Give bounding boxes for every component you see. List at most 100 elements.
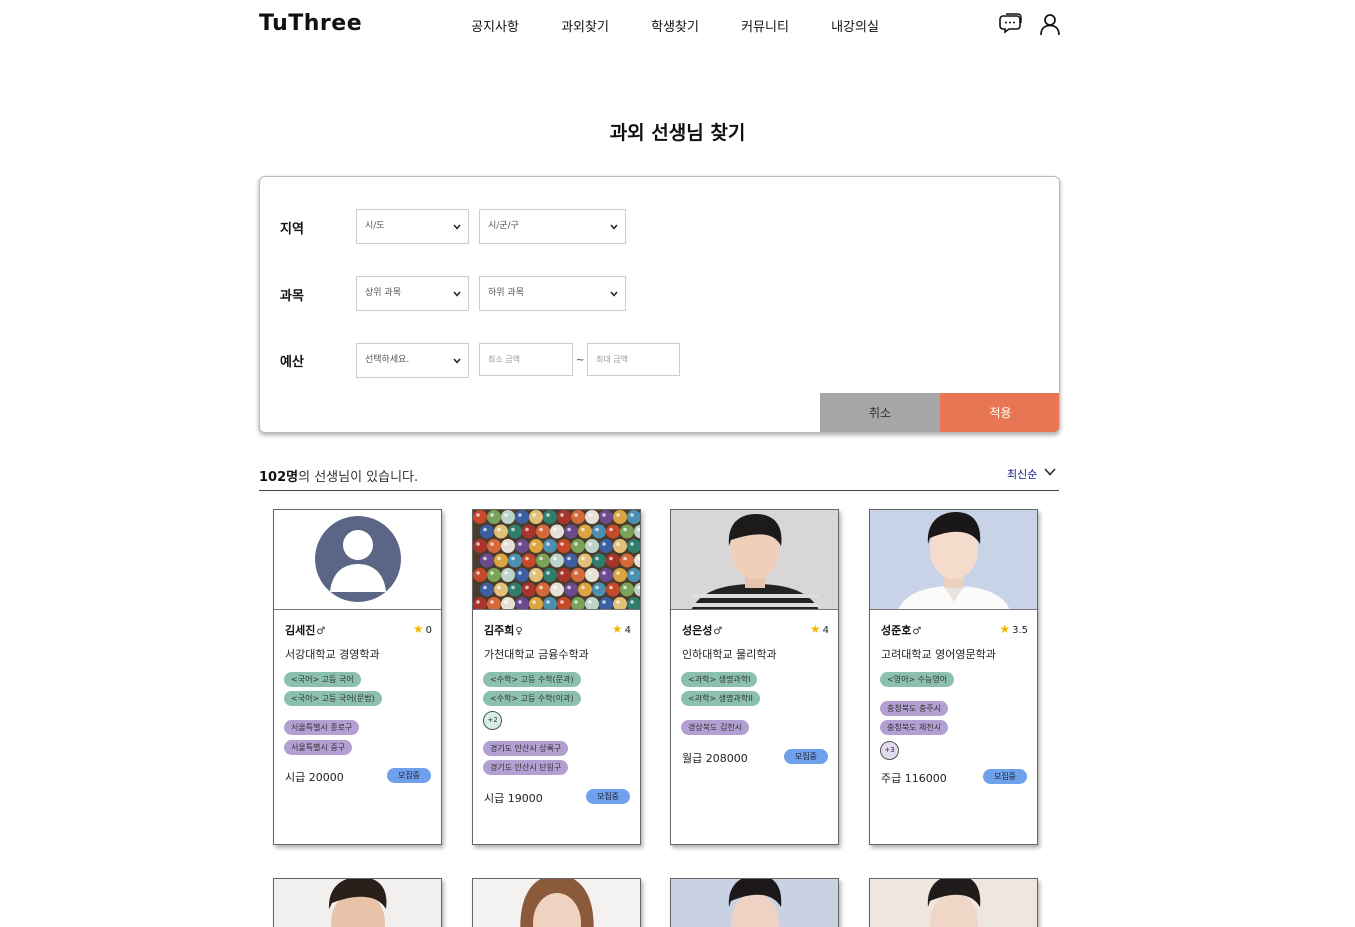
chat-icon[interactable] [999,12,1023,36]
marble-highlight [476,600,480,604]
portrait-image [870,510,1037,609]
tutor-card[interactable]: 김세진♂ ★ 0 서강대학교 경영학과 <국어> 고등 국어 <국어> 고등 국어… [273,509,442,845]
rating-value: 3.5 [1012,625,1028,636]
marble [501,510,515,524]
more-regions-badge[interactable]: +3 [880,741,899,760]
marble [515,568,529,582]
subject-tag: <수학> 고등 수학(문과) [483,672,581,687]
marble [543,539,557,553]
marble [515,539,529,553]
marble-highlight [560,513,564,517]
marble-highlight [616,542,620,546]
subject-tag: <국어> 고등 국어(문법) [284,691,382,706]
marble [473,568,487,582]
sort-dropdown[interactable]: 최신순 [1007,466,1056,482]
nav-item-notice[interactable]: 공지사항 [450,16,540,35]
marble [473,510,487,524]
marble [480,582,494,597]
marble [508,553,522,568]
marble-highlight [518,513,522,517]
marble-highlight [511,556,515,561]
marble-highlight [630,600,634,604]
marble-highlight [595,556,599,561]
user-icon[interactable] [1038,12,1062,36]
subject-sub-select[interactable]: 하위 과목 [479,276,626,311]
tutor-photo [274,879,441,927]
tutor-photo-placeholder [274,510,441,610]
marble-highlight [609,527,613,532]
marble [585,539,599,553]
marble [592,524,606,539]
marble-highlight [518,600,522,604]
star-icon: ★ [809,622,821,636]
marble-highlight [623,556,627,561]
nav-item-community[interactable]: 커뮤니티 [720,16,810,35]
budget-min-input[interactable]: 최소 금액 [479,343,573,376]
marble [487,539,501,553]
marble-highlight [630,513,634,517]
marble-highlight [623,585,627,590]
region-city-select[interactable]: 시/도 [356,209,469,244]
region-city-value: 시/도 [365,221,385,231]
tutor-name-text: 김주희 [484,624,515,637]
marble [494,553,508,568]
marble-highlight [588,542,592,546]
marble-highlight [518,571,522,575]
marble-highlight [518,542,522,546]
marble-highlight [567,585,571,590]
marble-highlight [511,527,515,532]
marble-highlight [483,585,487,590]
marble [529,510,543,524]
region-district-select[interactable]: 시/군/구 [479,209,626,244]
tutor-card[interactable] [472,878,641,927]
star-icon: ★ [412,622,424,636]
tutor-rating: ★ 3.5 [999,622,1028,636]
nav-item-find-tutor[interactable]: 과외찾기 [540,16,630,35]
marble [557,539,571,553]
tutor-card[interactable]: 김주희♀ ★ 4 가천대학교 금융수학과 <수학> 고등 수학(문과) <수학> … [472,509,641,845]
marble-highlight [532,542,536,546]
subject-tag: <영어> 수능영어 [880,672,955,687]
marble-highlight [532,513,536,517]
marble [508,524,522,539]
marble [571,539,585,553]
marble-highlight [490,571,494,575]
marble [543,510,557,524]
site-logo[interactable]: TuThree [259,11,362,36]
marble [606,524,620,539]
marble-highlight [504,600,508,604]
marble [550,553,564,568]
chevron-down-icon [610,224,618,230]
chevron-down-icon [1044,468,1056,476]
tutor-photo [671,510,838,610]
marble-highlight [532,600,536,604]
budget-max-input[interactable]: 최대 금액 [587,343,680,376]
marble [480,524,494,539]
more-subjects-badge[interactable]: +2 [483,711,502,730]
marble-highlight [588,513,592,517]
budget-type-select[interactable]: 선택하세요. [356,343,469,378]
marble [620,582,634,597]
marble-highlight [630,571,634,575]
apply-button[interactable]: 적용 [940,393,1059,432]
tutor-card[interactable] [670,878,839,927]
marble-highlight [560,542,564,546]
tutor-rating: ★ 4 [612,622,631,636]
subject-tag: <국어> 고등 국어 [284,672,361,687]
cancel-button[interactable]: 취소 [820,393,940,432]
portrait-image [870,879,1037,927]
marble [613,568,627,582]
nav-item-find-student[interactable]: 학생찾기 [630,16,720,35]
tutor-card[interactable]: 성준호♂ ★ 3.5 고려대학교 영어영문학과 <영어> 수능영어 충청북도 충주… [869,509,1038,845]
nav-item-my-classroom[interactable]: 내강의실 [810,16,900,35]
subject-top-select[interactable]: 상위 과목 [356,276,469,311]
tutor-photo [671,879,838,927]
tutor-card[interactable]: 성은성♂ ★ 4 인하대학교 물리학과 <과학> 생명과학I <과학> 생명과학I… [670,509,839,845]
tutor-name-text: 성은성 [682,624,713,637]
marble-highlight [476,542,480,546]
tutor-card[interactable] [273,878,442,927]
results-divider [259,490,1059,491]
tutor-card[interactable] [869,878,1038,927]
marble [564,582,578,597]
subject-tag: <수학> 고등 수학(이과) [483,691,581,706]
